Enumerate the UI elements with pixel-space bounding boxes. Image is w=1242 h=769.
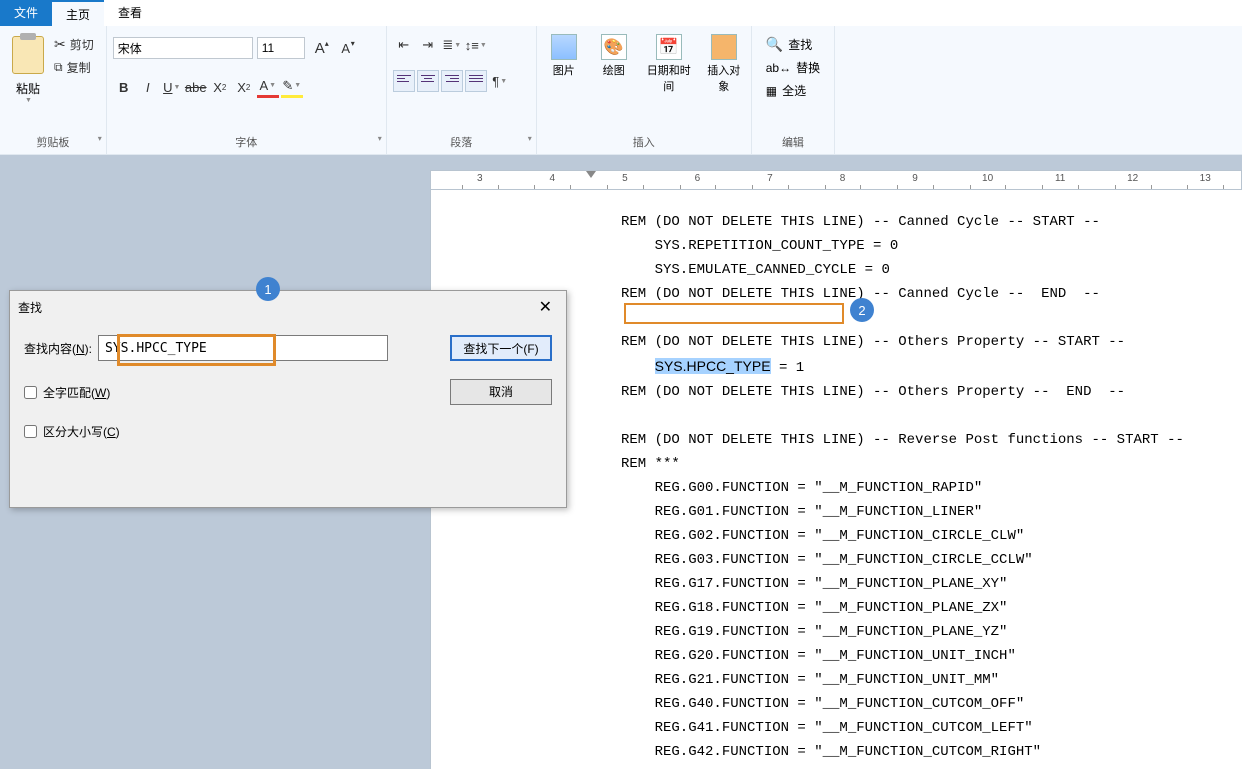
align-center-button[interactable] [417,70,439,92]
ruler-indent-marker[interactable] [586,171,596,178]
superscript-button[interactable]: X2 [233,76,255,98]
tab-home[interactable]: 主页 [52,0,104,26]
find-content-label: 查找内容(N): [24,340,92,357]
binoculars-icon: 🔍 [766,36,783,53]
paste-icon [12,36,44,74]
group-paragraph: ⇤ ⇥ ≣▼ ↕≡▼ ¶▼ 段落 [387,26,537,154]
bold-button[interactable]: B [113,76,135,98]
font-color-button[interactable]: A▼ [257,76,279,98]
scissors-icon: ✂ [54,36,66,53]
indent-button[interactable]: ⇥ [417,34,439,56]
strike-button[interactable]: abe [185,76,207,98]
grow-font-button[interactable]: A▴ [309,37,331,59]
font-group-label: 字体 [113,132,380,152]
edit-group-label: 编辑 [758,132,828,152]
picture-icon [551,34,577,60]
insert-datetime-button[interactable]: 日期和时间 [643,34,695,94]
paste-button[interactable]: 粘贴 ▼ [6,28,50,104]
calendar-icon [656,34,682,60]
insert-group-label: 插入 [543,132,745,152]
insert-object-button[interactable]: 插入对象 [703,34,745,94]
align-justify-button[interactable] [465,70,487,92]
paste-label: 粘贴 [16,80,40,97]
tab-file[interactable]: 文件 [0,0,52,26]
cut-button[interactable]: ✂剪切 [54,36,94,53]
close-button[interactable]: ✕ [533,297,558,317]
copy-icon: ⧉ [54,60,63,75]
paragraph-more-button[interactable]: ¶▼ [489,70,511,92]
ruler[interactable]: 345678910111213 [430,170,1242,190]
italic-button[interactable]: I [137,76,159,98]
group-edit: 🔍查找 ab↔替换 ▦全选 编辑 [752,26,835,154]
line-spacing-button[interactable]: ↕≡▼ [465,34,487,56]
align-left-button[interactable] [393,70,415,92]
annotation-badge-1: 1 [256,277,280,301]
insert-paint-button[interactable]: 绘图 [593,34,635,94]
whole-word-checkbox[interactable]: 全字匹配(W) [24,384,110,401]
find-input[interactable] [98,335,388,361]
replace-icon: ab↔ [766,61,791,75]
group-insert: 图片 绘图 日期和时间 插入对象 插入 [537,26,752,154]
select-all-icon: ▦ [766,84,777,98]
group-clipboard: 粘贴 ▼ ✂剪切 ⧉复制 剪贴板 [0,26,107,154]
font-name-select[interactable] [113,37,253,59]
ribbon: 粘贴 ▼ ✂剪切 ⧉复制 剪贴板 A▴ A▾ B I U▼ abe X2 [0,26,1242,155]
copy-button[interactable]: ⧉复制 [54,59,94,76]
tab-view[interactable]: 查看 [104,0,156,26]
group-font: A▴ A▾ B I U▼ abe X2 X2 A▼ ✎▼ 字体 [107,26,387,154]
underline-button[interactable]: U▼ [161,76,183,98]
paint-icon [601,34,627,60]
tab-bar: 文件 主页 查看 [0,0,1242,26]
annotation-badge-2: 2 [850,298,874,322]
document-area: 345678910111213 REM (DO NOT DELETE THIS … [0,155,1242,769]
find-dialog: 1 查找 ✕ 查找内容(N): 查找下一个(F) 全字匹配(W) 取消 区分大小… [9,290,567,508]
align-right-button[interactable] [441,70,463,92]
match-case-checkbox[interactable]: 区分大小写(C) [24,423,552,440]
shrink-font-button[interactable]: A▾ [335,37,357,59]
font-size-select[interactable] [257,37,305,59]
find-dialog-title: 查找 [18,299,42,316]
find-button[interactable]: 🔍查找 [766,36,820,53]
find-next-button[interactable]: 查找下一个(F) [450,335,552,361]
paragraph-group-label: 段落 [393,132,530,152]
highlight-button[interactable]: ✎▼ [281,76,303,98]
outdent-button[interactable]: ⇤ [393,34,415,56]
insert-picture-button[interactable]: 图片 [543,34,585,94]
cancel-button[interactable]: 取消 [450,379,552,405]
select-all-button[interactable]: ▦全选 [766,82,820,99]
bullets-button[interactable]: ≣▼ [441,34,463,56]
subscript-button[interactable]: X2 [209,76,231,98]
object-icon [711,34,737,60]
clipboard-group-label: 剪贴板 [6,132,100,152]
replace-button[interactable]: ab↔替换 [766,59,820,76]
